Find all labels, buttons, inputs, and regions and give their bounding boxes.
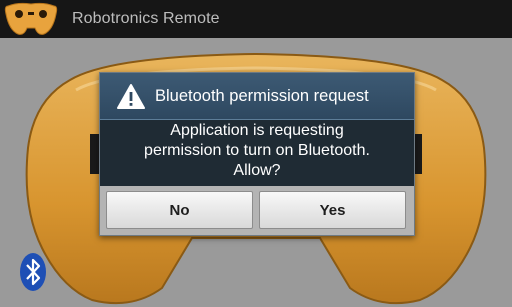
dialog-message-line: permission to turn on Bluetooth. [144,142,370,159]
bluetooth-icon[interactable] [18,252,48,292]
dialog-message-line: Allow? [233,162,281,179]
dialog-message-line: Application is requesting [170,122,344,139]
dialog-title-bar: Bluetooth permission request [100,73,414,120]
gamepad-icon[interactable] [0,0,62,38]
dialog-button-bar: No Yes [100,186,414,235]
yes-button[interactable]: Yes [259,191,406,229]
action-bar: Robotronics Remote [0,0,512,38]
dialog-title: Bluetooth permission request [155,86,369,105]
bluetooth-permission-dialog: Bluetooth permission request Application… [99,72,415,236]
no-button[interactable]: No [106,191,253,229]
app-title: Robotronics Remote [72,10,220,27]
warning-icon [117,83,145,109]
dialog-message: Application is requesting permission to … [100,121,414,181]
